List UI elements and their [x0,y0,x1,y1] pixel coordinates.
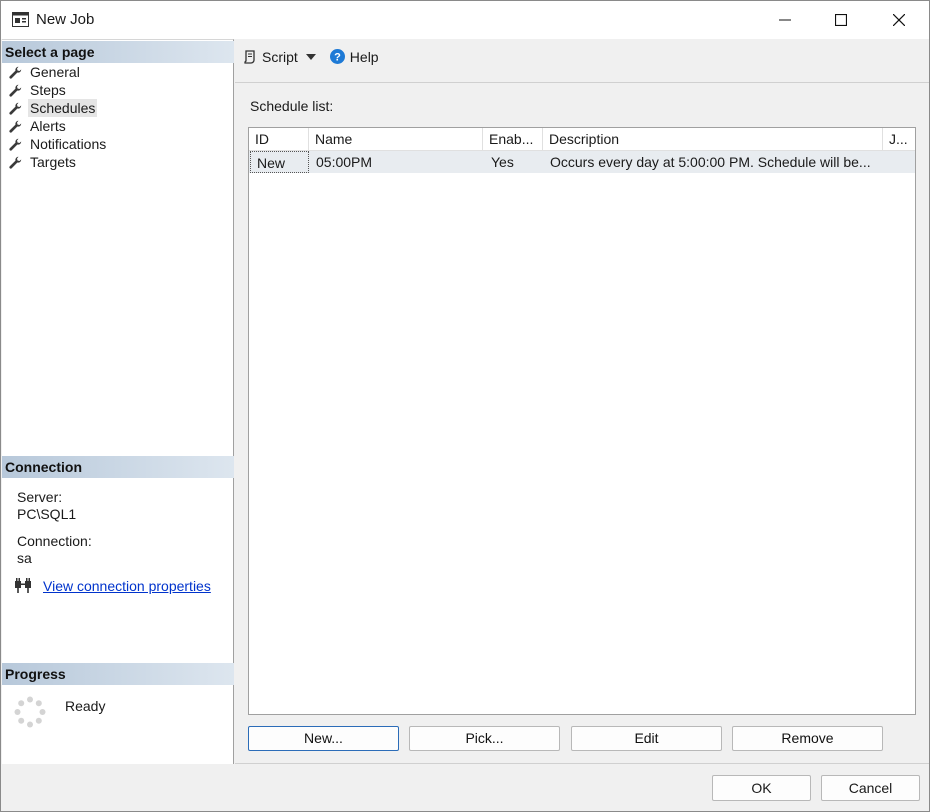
window-title: New Job [36,11,95,28]
select-page-header: Select a page [2,41,234,63]
connection-value: sa [17,550,32,566]
cancel-button[interactable]: Cancel [821,775,920,801]
page-item-label: Alerts [30,118,66,134]
dropdown-arrow-icon [305,53,316,60]
page-item-label: General [30,64,80,80]
page-item-label: Steps [30,82,66,98]
page-item-alerts[interactable]: Alerts [2,117,234,135]
svg-text:?: ? [334,52,341,64]
page-item-label: Targets [30,154,76,170]
server-value: PC\SQL1 [17,506,77,522]
view-connection-row: View connection properties [14,577,211,594]
row-name-cell[interactable]: 05:00PM [309,151,483,173]
row-jobs-cell[interactable] [883,151,915,173]
ok-button[interactable]: OK [712,775,811,801]
page-item-label: Notifications [30,136,107,152]
schedule-list-label: Schedule list: [250,98,334,114]
column-header-enabled[interactable]: Enab... [483,128,543,151]
new-job-dialog: New Job Select a page General Steps Sche… [0,0,930,812]
help-icon: ? [329,49,345,64]
column-header-jobs[interactable]: J... [883,128,915,151]
connection-label: Connection: [17,533,92,549]
minimize-button[interactable] [756,1,814,39]
grid-header: ID Name Enab... Description J... [249,128,915,151]
script-label: Script [262,48,298,65]
page-item-notifications[interactable]: Notifications [2,135,234,153]
script-button[interactable]: Script [243,49,298,65]
new-schedule-button[interactable]: New... [248,726,399,751]
maximize-icon [835,14,847,26]
close-icon [893,14,905,26]
page-item-schedules[interactable]: Schedules [2,99,234,117]
pick-schedule-button[interactable]: Pick... [409,726,560,751]
progress-status: Ready [65,698,106,714]
progress-header: Progress [2,663,234,685]
left-pane: Select a page General Steps Schedules Al… [2,39,234,764]
row-description-cell[interactable]: Occurs every day at 5:00:00 PM. Schedule… [543,151,883,173]
page-item-targets[interactable]: Targets [2,153,234,171]
wrench-icon [9,120,22,133]
minimize-icon [779,19,791,21]
help-button[interactable]: ? Help [329,48,379,65]
row-enabled-cell[interactable]: Yes [483,151,543,173]
wrench-icon [9,138,22,151]
maximize-button[interactable] [812,1,870,39]
row-id-cell[interactable]: New [250,151,309,173]
wrench-icon [9,84,22,97]
title-bar: New Job [1,1,929,39]
column-header-description[interactable]: Description [543,128,883,151]
window-app-icon [12,12,29,27]
table-row[interactable]: New 05:00PM Yes Occurs every day at 5:00… [249,151,915,173]
connection-plug-icon [15,578,31,593]
view-connection-properties-link[interactable]: View connection properties [43,578,211,594]
server-label: Server: [17,489,63,505]
column-header-name[interactable]: Name [309,128,483,151]
page-item-steps[interactable]: Steps [2,81,234,99]
wrench-icon [9,102,22,115]
page-item-label: Schedules [28,99,98,117]
page-item-general[interactable]: General [2,63,234,81]
progress-row: Ready [14,696,105,728]
dialog-footer: OK Cancel [1,765,929,811]
script-icon [244,49,255,64]
wrench-icon [9,66,22,79]
close-button[interactable] [870,1,928,39]
connection-header: Connection [2,456,234,478]
schedule-grid[interactable]: ID Name Enab... Description J... New 05:… [248,127,916,715]
wrench-icon [9,156,22,169]
help-label: Help [349,48,379,65]
schedules-page: Schedule list: ID Name Enab... Descripti… [235,82,929,764]
script-dropdown[interactable] [305,53,321,60]
edit-schedule-button[interactable]: Edit [571,726,722,751]
column-header-id[interactable]: ID [249,128,309,151]
page-list: General Steps Schedules Alerts Notificat… [2,63,234,171]
progress-spinner-icon [14,696,46,728]
toolbar: Script ? Help [235,39,929,74]
remove-schedule-button[interactable]: Remove [732,726,883,751]
